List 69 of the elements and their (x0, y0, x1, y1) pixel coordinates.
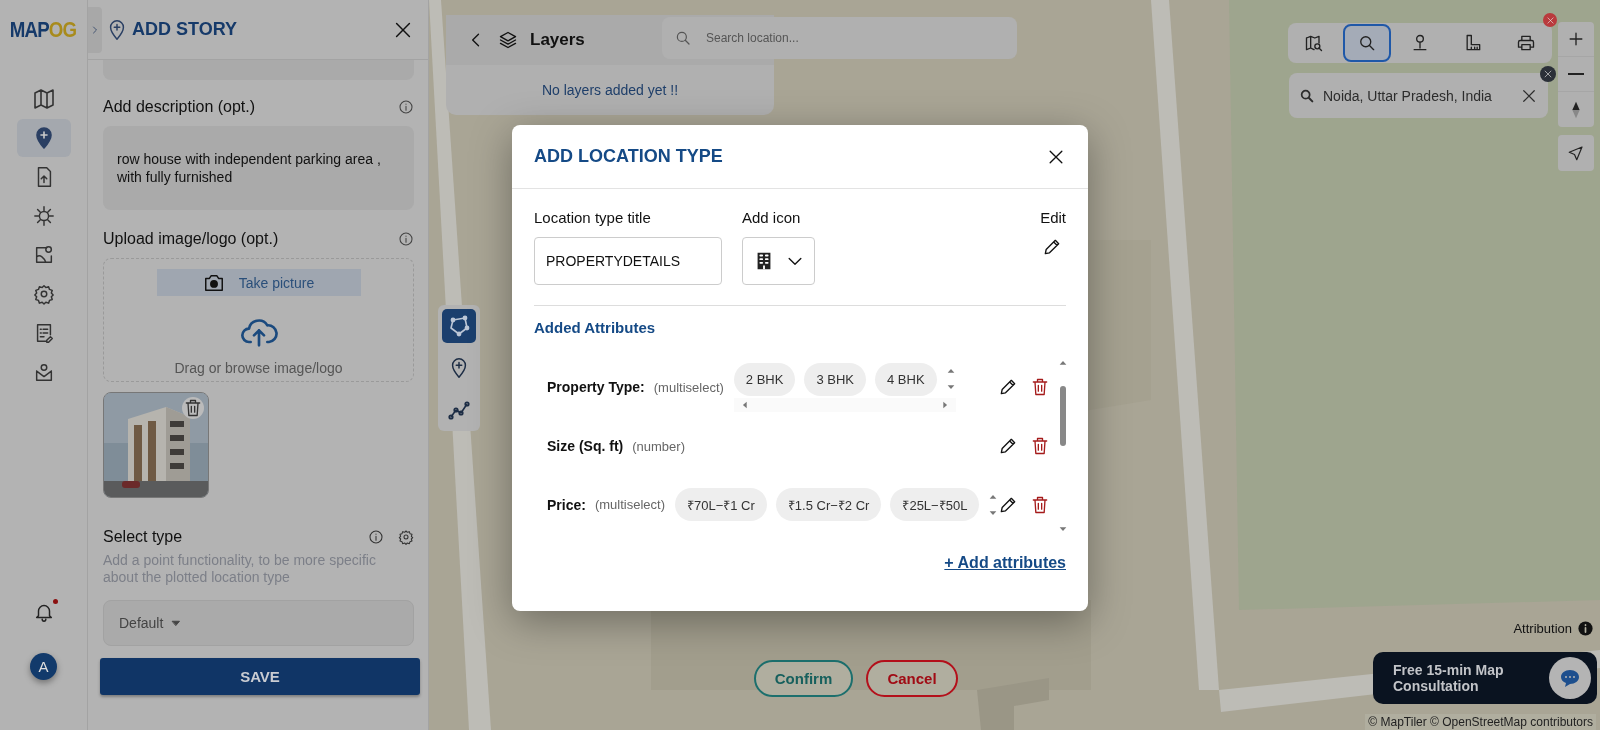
info-icon (368, 529, 384, 545)
option-chip: 3 BHK (804, 362, 866, 396)
search-result-field[interactable]: Noida, Uttar Pradesh, India (1289, 73, 1548, 118)
cancel-button[interactable]: Cancel (866, 660, 958, 697)
type-dropdown[interactable]: Default (103, 600, 414, 646)
section-heading: Added Attributes (534, 319, 657, 336)
close-icon (1543, 69, 1553, 79)
sidebar-button[interactable] (16, 119, 71, 157)
map-icon (31, 87, 56, 111)
empty-message: No layers added yet !! (541, 82, 679, 98)
field-label: Add icon (742, 209, 802, 226)
close-icon (1545, 15, 1555, 25)
scroll-down-icon (1058, 524, 1069, 534)
attribute-type: (multiselect) (653, 379, 724, 395)
copyright-text: © MapTiler © OpenStreetMap contributors (1365, 714, 1596, 730)
field-label: Location type title (534, 209, 652, 226)
take-picture-button[interactable]: Take picture (156, 269, 361, 296)
attribute-name: Price: (547, 496, 586, 513)
settings-icon (32, 283, 55, 305)
field-label: Upload image/logo (opt.) (103, 230, 279, 248)
option-chip: 2 BHK (733, 362, 796, 396)
attribute-name: Property Type: (547, 379, 645, 396)
save-button[interactable]: SAVE (100, 658, 420, 695)
navigate-icon (1567, 144, 1585, 162)
search-field[interactable]: Search location... (662, 17, 1017, 59)
consultation-banner[interactable]: Free 15-min Map Consultation (1373, 652, 1597, 704)
chat-button[interactable] (1549, 657, 1591, 699)
trash-icon (183, 398, 203, 418)
info-icon (398, 231, 414, 247)
icon-dropdown[interactable] (742, 237, 815, 285)
info-icon (1577, 620, 1594, 637)
polygon-icon (447, 314, 471, 338)
attribute-type: (multiselect) (594, 497, 665, 513)
scroll-up-icon (1058, 358, 1069, 368)
search-icon (1299, 87, 1315, 104)
description-field[interactable]: row house with independent parking area , with fully furnished (103, 126, 414, 210)
field-label: Select type (103, 528, 183, 546)
avatar[interactable]: A (30, 653, 57, 680)
print-icon (1515, 33, 1536, 53)
option-chip: 4 BHK (875, 362, 937, 396)
option-chip: ₹70L−₹1 Cr (675, 488, 767, 522)
layers-icon (498, 30, 518, 50)
draw-tool-button[interactable] (442, 309, 476, 343)
locate-button[interactable] (1558, 135, 1594, 171)
title-input[interactable]: PROPERTYDETAILS (534, 237, 722, 285)
cog-icon (32, 205, 55, 227)
field-label: Edit (1040, 209, 1066, 226)
map-tool-button[interactable] (1343, 24, 1392, 62)
panel-title: ADD STORY (132, 19, 238, 40)
option-chip: ₹1.5 Cr−₹2 Cr (775, 488, 882, 522)
confirm-button[interactable]: Confirm (754, 660, 853, 697)
search-icon (674, 29, 692, 47)
map-search-icon (1304, 33, 1325, 53)
attribute-type: (number) (632, 438, 685, 454)
settings-icon (398, 529, 414, 545)
pencil-icon (1042, 237, 1062, 257)
field-label: Add description (opt.) (103, 98, 256, 116)
logo: MAPOG (10, 16, 77, 44)
line-icon (447, 398, 471, 422)
upload-dropzone[interactable]: Take picture Drag or browse image/logo (103, 258, 414, 382)
layers-title: Layers (530, 30, 585, 50)
attribute-name: Size (Sq. ft) (547, 438, 624, 454)
minus-icon (1568, 73, 1584, 75)
add-attributes-link[interactable]: + Add attributes (944, 554, 1066, 572)
option-chip: ₹25L−₹50L (890, 488, 980, 522)
info-icon (398, 99, 414, 115)
upload-hint: Drag or browse image/logo (174, 360, 343, 376)
attribution-label: Attribution (1513, 621, 1572, 636)
dialog-title: ADD LOCATION TYPE (534, 146, 723, 167)
